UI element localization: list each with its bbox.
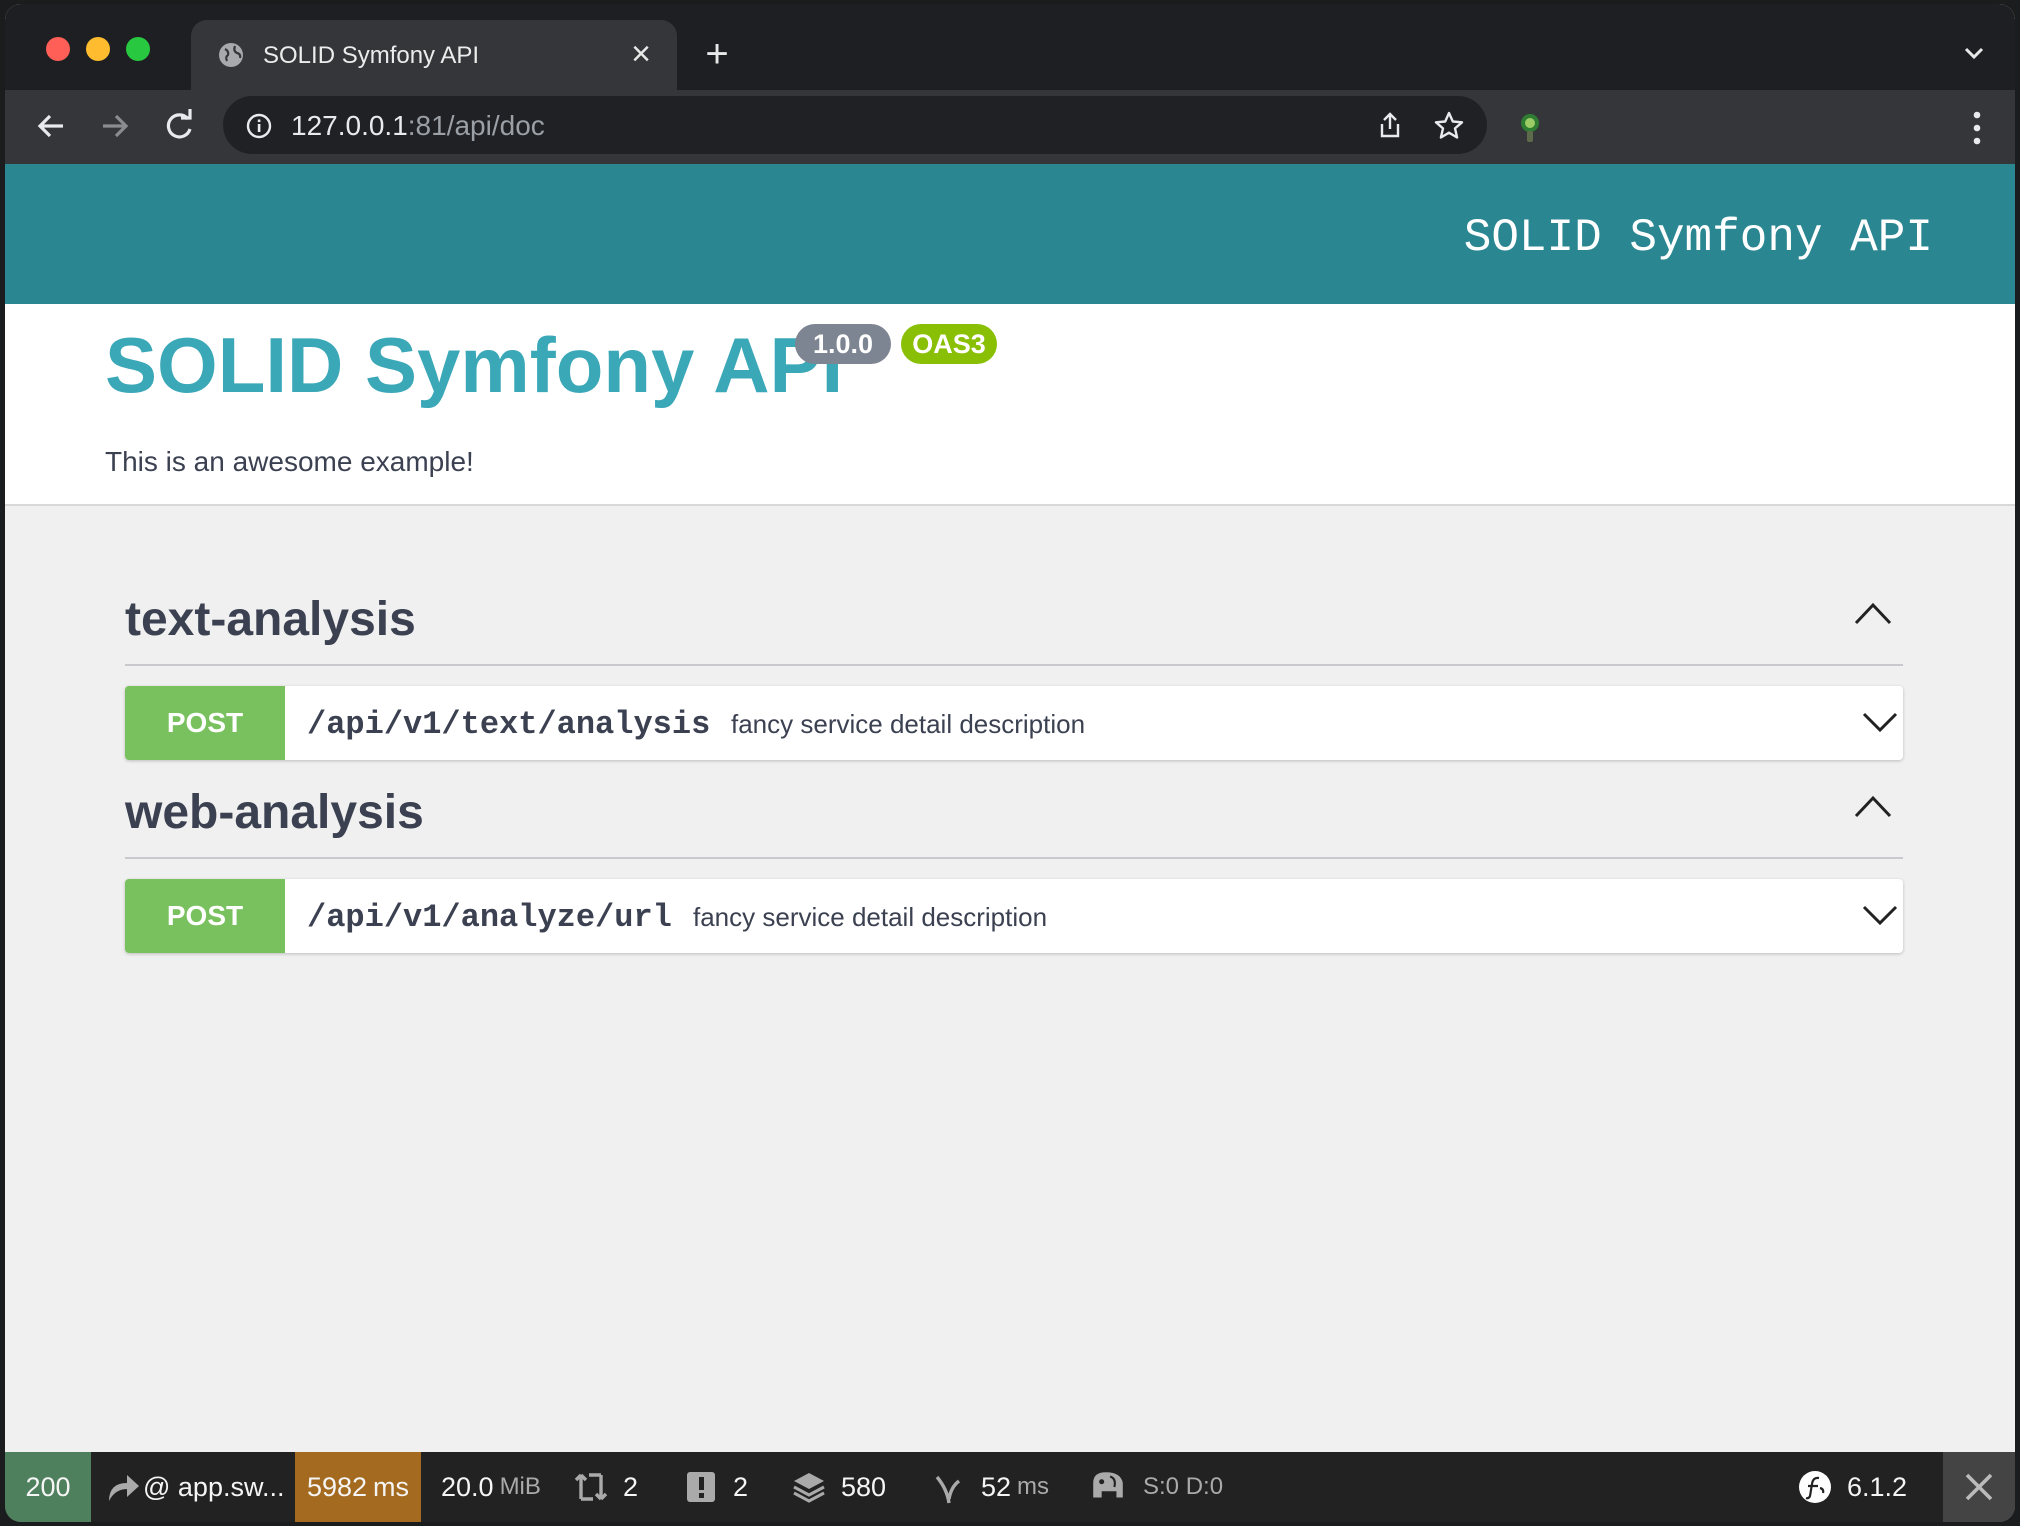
tab-title: SOLID Symfony API bbox=[263, 42, 480, 69]
http-client-panel[interactable]: 2 bbox=[573, 1452, 638, 1522]
elephant-icon bbox=[1093, 1472, 1123, 1498]
doctrine-stats: S:0 D:0 bbox=[1143, 1473, 1224, 1500]
warning-log-icon bbox=[687, 1472, 715, 1502]
tab-strip: SOLID Symfony API × + bbox=[5, 4, 2015, 90]
chevron-up-icon[interactable] bbox=[1853, 793, 1893, 819]
operation-path[interactable]: /api/v1/analyze/url bbox=[307, 899, 672, 936]
memory-value: 20.0 bbox=[441, 1471, 494, 1502]
minimize-window-button[interactable] bbox=[86, 37, 110, 61]
symfony-version-panel[interactable]: 6.1.2 bbox=[1797, 1452, 1907, 1522]
symfony-version: 6.1.2 bbox=[1846, 1471, 1907, 1502]
browser-toolbar: 127.0.0.1:81/api/doc bbox=[5, 90, 2015, 164]
bookmark-star-icon[interactable] bbox=[1433, 110, 1465, 142]
page-title: SOLID Symfony API bbox=[105, 321, 844, 409]
route-panel[interactable]: @ app.sw... bbox=[105, 1452, 284, 1522]
cache-unit: ms bbox=[1017, 1473, 1050, 1500]
time-unit: ms bbox=[373, 1471, 410, 1502]
chevron-down-icon[interactable] bbox=[1959, 38, 1989, 68]
close-icon bbox=[1965, 1473, 1993, 1501]
twig-panel[interactable]: 580 bbox=[791, 1452, 886, 1522]
logs-panel[interactable]: 2 bbox=[683, 1452, 748, 1522]
cache-value: 52 bbox=[981, 1471, 1012, 1502]
tag-section-web-analysis: web-analysis POST /api/v1/analyze/url fa… bbox=[125, 763, 1903, 953]
operation-post-analyze-url[interactable]: POST /api/v1/analyze/url fancy service d… bbox=[125, 879, 1903, 953]
extension-icon[interactable] bbox=[1515, 110, 1545, 144]
tag-header-web-analysis[interactable]: web-analysis bbox=[125, 763, 1903, 859]
route-name: @ app.sw... bbox=[143, 1471, 285, 1502]
url-text[interactable]: 127.0.0.1:81/api/doc bbox=[291, 110, 545, 142]
oas-badge: OAS3 bbox=[901, 324, 997, 364]
cache-panel[interactable]: 52 ms bbox=[931, 1452, 1049, 1522]
request-time-panel[interactable]: 5982 ms bbox=[295, 1452, 421, 1522]
tag-name[interactable]: web-analysis bbox=[125, 785, 424, 840]
operation-post-text-analysis[interactable]: POST /api/v1/text/analysis fancy service… bbox=[125, 686, 1903, 760]
back-arrow-icon[interactable] bbox=[29, 104, 73, 148]
browser-window: SOLID Symfony API × + 127.0.0.1:81/api/d… bbox=[5, 4, 2015, 1522]
memory-panel[interactable]: 20.0 MiB bbox=[441, 1452, 541, 1522]
tag-name[interactable]: text-analysis bbox=[125, 592, 416, 647]
memory-unit: MiB bbox=[499, 1473, 541, 1500]
swagger-page: SOLID Symfony API SOLID Symfony API 1.0.… bbox=[5, 164, 2015, 1452]
tag-header-text-analysis[interactable]: text-analysis bbox=[125, 570, 1903, 666]
redirect-arrow-icon bbox=[109, 1475, 139, 1501]
operation-summary: fancy service detail description bbox=[693, 902, 1048, 932]
info-icon[interactable] bbox=[245, 112, 273, 140]
method-badge: POST bbox=[125, 686, 285, 760]
operation-summary: fancy service detail description bbox=[731, 709, 1086, 739]
chevron-down-icon[interactable] bbox=[1861, 710, 1899, 734]
topbar-title[interactable]: SOLID Symfony API bbox=[1464, 212, 1933, 264]
address-bar[interactable]: 127.0.0.1:81/api/doc bbox=[223, 96, 1487, 154]
logs-count: 2 bbox=[733, 1471, 749, 1502]
http-client-icon bbox=[574, 1473, 608, 1501]
reload-icon[interactable] bbox=[157, 104, 201, 148]
tab-solid-symfony-api[interactable]: SOLID Symfony API × bbox=[191, 20, 677, 90]
forward-arrow-icon[interactable] bbox=[93, 104, 137, 148]
api-description: This is an awesome example! bbox=[105, 446, 474, 477]
new-tab-icon[interactable]: + bbox=[697, 34, 737, 74]
chevron-down-icon[interactable] bbox=[1861, 903, 1899, 927]
share-icon[interactable] bbox=[1375, 110, 1405, 140]
twig-count: 580 bbox=[841, 1471, 887, 1502]
method-badge: POST bbox=[125, 879, 285, 953]
version-badge: 1.0.0 bbox=[795, 324, 891, 364]
close-window-button[interactable] bbox=[46, 37, 70, 61]
swagger-topbar: SOLID Symfony API bbox=[5, 164, 2015, 304]
status-code: 200 bbox=[25, 1471, 71, 1502]
twig-branch-icon bbox=[935, 1475, 961, 1504]
api-info: SOLID Symfony API 1.0.0 OAS3 This is an … bbox=[5, 304, 2015, 506]
status-code-badge[interactable]: 200 bbox=[5, 1452, 91, 1522]
globe-icon bbox=[219, 43, 243, 67]
time-value: 5982 bbox=[306, 1471, 368, 1502]
tag-section-text-analysis: text-analysis POST /api/v1/text/analysis… bbox=[125, 570, 1903, 760]
close-tab-icon[interactable]: × bbox=[621, 34, 661, 74]
symfony-logo-icon bbox=[1798, 1471, 1831, 1503]
operation-path[interactable]: /api/v1/text/analysis bbox=[307, 706, 710, 743]
chevron-up-icon[interactable] bbox=[1853, 600, 1893, 626]
maximize-window-button[interactable] bbox=[126, 37, 150, 61]
url-host: 127.0.0.1 bbox=[291, 110, 408, 141]
url-path: :81/api/doc bbox=[407, 110, 545, 141]
layers-icon bbox=[793, 1473, 825, 1503]
more-vert-icon[interactable] bbox=[1971, 110, 1983, 146]
symfony-debug-toolbar: 200 @ app.sw... 5982 ms 20.0 MiB 2 2 580… bbox=[5, 1452, 2015, 1522]
requests-count: 2 bbox=[623, 1471, 639, 1502]
doctrine-panel[interactable]: S:0 D:0 bbox=[1087, 1452, 1223, 1522]
close-toolbar-button[interactable] bbox=[1943, 1452, 2015, 1522]
